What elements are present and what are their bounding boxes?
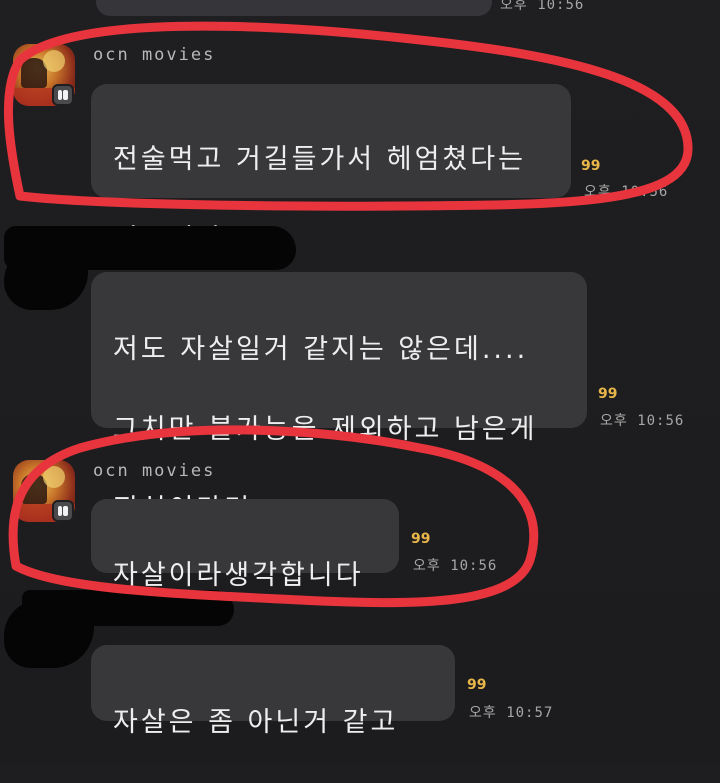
message-line: 자살은 좀 아닌거 같고 <box>113 707 399 738</box>
message-line: 그치만 불가능을 제외하고 남은게 <box>113 414 538 445</box>
message-time: 오후 10:57 <box>469 705 554 721</box>
unread-count: 99 <box>411 531 431 547</box>
sender-name: ocn movies <box>93 45 216 65</box>
unread-count: 99 <box>598 386 618 402</box>
message-bubble[interactable]: 자살이라생각합니다 <box>91 499 399 591</box>
unread-count: 99 <box>467 677 487 693</box>
message-bubble-top-partial[interactable] <box>96 0 492 16</box>
message-time: 오후 10:56 <box>600 413 685 429</box>
chat-area: 오후 10:56 ocn movies 전술먹고 거길들가서 헤엄쳤다는 거부터… <box>0 0 720 763</box>
redacted-avatar <box>4 600 94 668</box>
unread-count: 99 <box>581 158 601 174</box>
message-time: 오후 10:56 <box>500 0 585 13</box>
profile-badge-icon <box>52 500 74 522</box>
message-line: 저도 자살일거 같지는 않은데.... <box>113 334 529 365</box>
message-time: 오후 10:56 <box>413 558 498 574</box>
message-bubble[interactable]: 자살은 좀 아닌거 같고 <box>91 645 455 738</box>
message-time: 오후 10:56 <box>584 184 669 200</box>
message-bubble[interactable]: 전술먹고 거길들가서 헤엄쳤다는 거부터가 <box>91 84 571 255</box>
profile-badge-icon <box>52 84 74 106</box>
sender-name: ocn movies <box>93 461 216 481</box>
message-bubble[interactable]: 저도 자살일거 같지는 않은데.... 그치만 불가능을 제외하고 남은게 진실… <box>91 272 587 525</box>
redacted-avatar <box>4 244 88 310</box>
message-line: 전술먹고 거길들가서 헤엄쳤다는 <box>113 144 526 175</box>
